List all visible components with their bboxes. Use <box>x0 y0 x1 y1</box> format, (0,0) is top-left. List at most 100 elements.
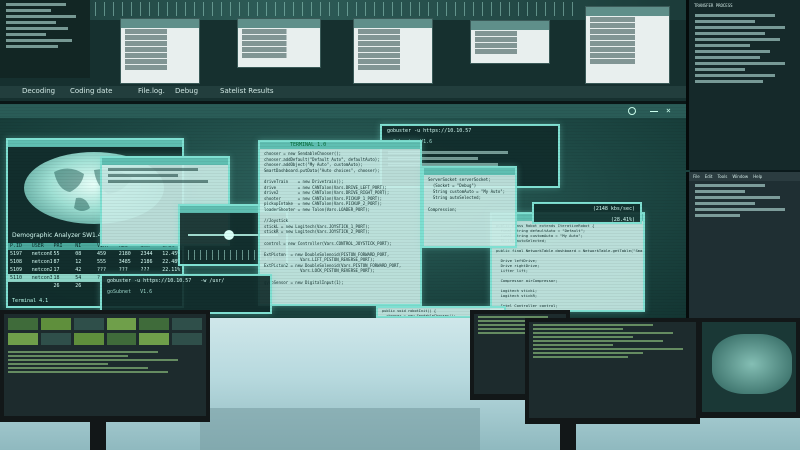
monitor-center-2 <box>525 318 700 424</box>
top-tab-bar: Decoding Coding date File.log. Debug Sat… <box>0 86 690 98</box>
minimize-icon[interactable] <box>650 111 658 112</box>
analyzer-title-text: Demographic Analyzer <box>12 232 81 239</box>
tab-debug[interactable]: Debug <box>175 87 198 95</box>
desk-surface <box>200 408 480 450</box>
tab-decoding[interactable]: Decoding <box>22 87 55 95</box>
view-icon[interactable] <box>628 107 636 115</box>
server-socket-lines: ServerSocket serverSocket; (Socket = "De… <box>424 175 515 215</box>
robot-code-window: public class Robot extends IterativeRobo… <box>490 212 645 312</box>
menu-item[interactable]: Edit <box>705 174 713 179</box>
slider-ticks <box>188 250 278 260</box>
process-table: P.ID USER PRI NI VIRT RES SHR CPU% 5197 netcon0 5… <box>8 243 182 290</box>
code-line: driveTrain = new Drivetrain(); <box>264 178 344 184</box>
top-panel-5 <box>585 6 670 84</box>
code-line: stickL = new Logitech(Vars.JOYSTICK_1_PO… <box>264 223 370 229</box>
process-cell: 26 <box>75 283 82 289</box>
process-cell: netcon1 <box>31 259 52 265</box>
code-line: gyroSensor = new DigitalInput(1); <box>264 279 344 285</box>
ruler-strip <box>95 2 575 16</box>
tab-coding-date[interactable]: Coding date <box>70 87 112 95</box>
process-column-header: PRI <box>53 243 63 249</box>
process-cell: 42 <box>75 267 82 273</box>
top-panel-2 <box>237 18 321 68</box>
process-column-header: USER <box>31 243 44 249</box>
process-column-header: NI <box>75 243 82 249</box>
code-line: chooser = new SendableChooser(); <box>264 151 342 156</box>
menu-item[interactable]: File <box>693 174 700 179</box>
code-line: ExtPiston2 = new DoubleSolenoid(Vars.PIS… <box>264 262 402 268</box>
menu-item[interactable]: Window <box>732 174 748 179</box>
process-cell: 5110 <box>10 275 23 281</box>
process-row[interactable]: 5108 netcon1 87 12 555 3485 2186 22.48% <box>8 258 182 266</box>
close-icon[interactable]: × <box>666 107 671 115</box>
process-cell: 08 <box>75 251 82 257</box>
process-cell: 54 <box>75 275 82 281</box>
process-row[interactable]: 5110 netcon3 18 54???????????? <box>8 274 182 282</box>
process-cell: 87 <box>53 259 60 265</box>
process-cell: ??? <box>118 267 128 273</box>
code-window: TERMINAL 1.0 chooser = new SendableChoos… <box>258 140 422 306</box>
tab-satellite-results[interactable]: Satelist Results <box>220 87 274 95</box>
world-map-outline <box>54 168 132 211</box>
menu-item[interactable]: Help <box>753 174 762 179</box>
console-bottom-window: gobuster -u https://10.10.57 -w /usr/ go… <box>100 274 272 314</box>
robot-code-line <box>496 283 639 288</box>
tab-file-log[interactable]: File.log. <box>138 87 165 95</box>
robot-code-line: final String defaultAuto = "Default"; <box>496 228 586 233</box>
process-cell: 12.45% <box>162 251 181 257</box>
analyzer-version: SW1.4 <box>82 232 102 239</box>
process-row[interactable]: 26 26 <box>8 282 182 290</box>
code-line: pickupIntake = new CANTalon(Vars.PICKUP_… <box>264 201 383 207</box>
process-cell: ??? <box>97 275 107 281</box>
analyzer-title-bar <box>8 140 182 147</box>
server-socket-line: String autoSelected; <box>428 195 481 200</box>
robot-code-line <box>496 253 639 258</box>
right-mid-menu-bar: File Edit Tools Window Help <box>689 172 800 181</box>
left-code-strip <box>0 0 90 78</box>
monitor-left-1 <box>0 310 210 422</box>
slider-knob[interactable] <box>224 230 234 240</box>
process-cell: 22.48% <box>162 259 181 265</box>
process-table-body: 5197 netcon0 55 08 459 2180 2344 12.45% 5108 netc… <box>8 250 182 290</box>
server-socket-line <box>428 201 511 207</box>
robot-code-line: String autoSelected; <box>496 238 547 243</box>
robot-code-line: final String customAuto = "My Auto"; <box>496 233 583 238</box>
process-cell <box>30 282 52 290</box>
process-row[interactable]: 5109 netcon2 17 42????????? 22.11% <box>8 266 182 274</box>
process-cell: ??? <box>118 275 128 281</box>
process-cell: 17 <box>53 267 60 273</box>
process-row[interactable]: 5197 netcon0 55 08 459 2180 2344 12.45% <box>8 250 182 258</box>
process-cell: ??? <box>140 275 150 281</box>
console-top-prompt: gobuster -u https://10.10.57 <box>387 128 472 134</box>
robot-code-line: public class Robot extends IterativeRobo… <box>496 223 595 228</box>
process-cell: netcon2 <box>31 267 52 273</box>
console-bottom-prompt: gobuster -u https://10.10.57 -w /usr/ <box>107 278 225 284</box>
analyzer-title: Demographic Analyzer SW1.4 <box>12 232 102 239</box>
menu-item[interactable]: Tools <box>717 174 727 179</box>
process-cell <box>95 282 117 290</box>
code-line: Vars.LIFT_PISTON_REVERSE_PORT); <box>264 257 375 263</box>
robot-code-line: Compressor airCompressor; <box>496 278 558 283</box>
robot-code-line: Intel Controller control; <box>496 303 558 308</box>
process-column-header: SHR <box>140 243 150 249</box>
main-wall-screen: × Demographic Analyzer SW1.4 P.ID USER PRI… <box>0 104 690 318</box>
process-cell: 55 <box>53 251 60 257</box>
slider-track[interactable] <box>188 234 278 236</box>
code-line: chooser.addDefault("Default Auto", defau… <box>264 156 380 162</box>
code-line: stickR = new Logitech(Vars.JOYSTICK_2_PO… <box>264 229 370 235</box>
cpu-readout: (28.41%) <box>610 217 635 223</box>
process-cell: netcon0 <box>31 251 52 257</box>
map-display <box>712 334 792 394</box>
process-cell: 459 <box>97 251 107 257</box>
process-cell: ??? <box>162 275 172 281</box>
process-cell: 2180 <box>118 251 131 257</box>
code-line: SmartDashboard.putData("Auto choices", c… <box>264 167 380 173</box>
robot-code-line: Logitech stickR; <box>496 293 538 298</box>
console-bottom-title: goSubnet V1.6 <box>107 289 153 295</box>
process-cell: ??? <box>97 267 107 273</box>
bandwidth-panel: (2148 kbs/sec) (28.41%) <box>532 202 642 224</box>
robot-code-line <box>496 273 639 278</box>
